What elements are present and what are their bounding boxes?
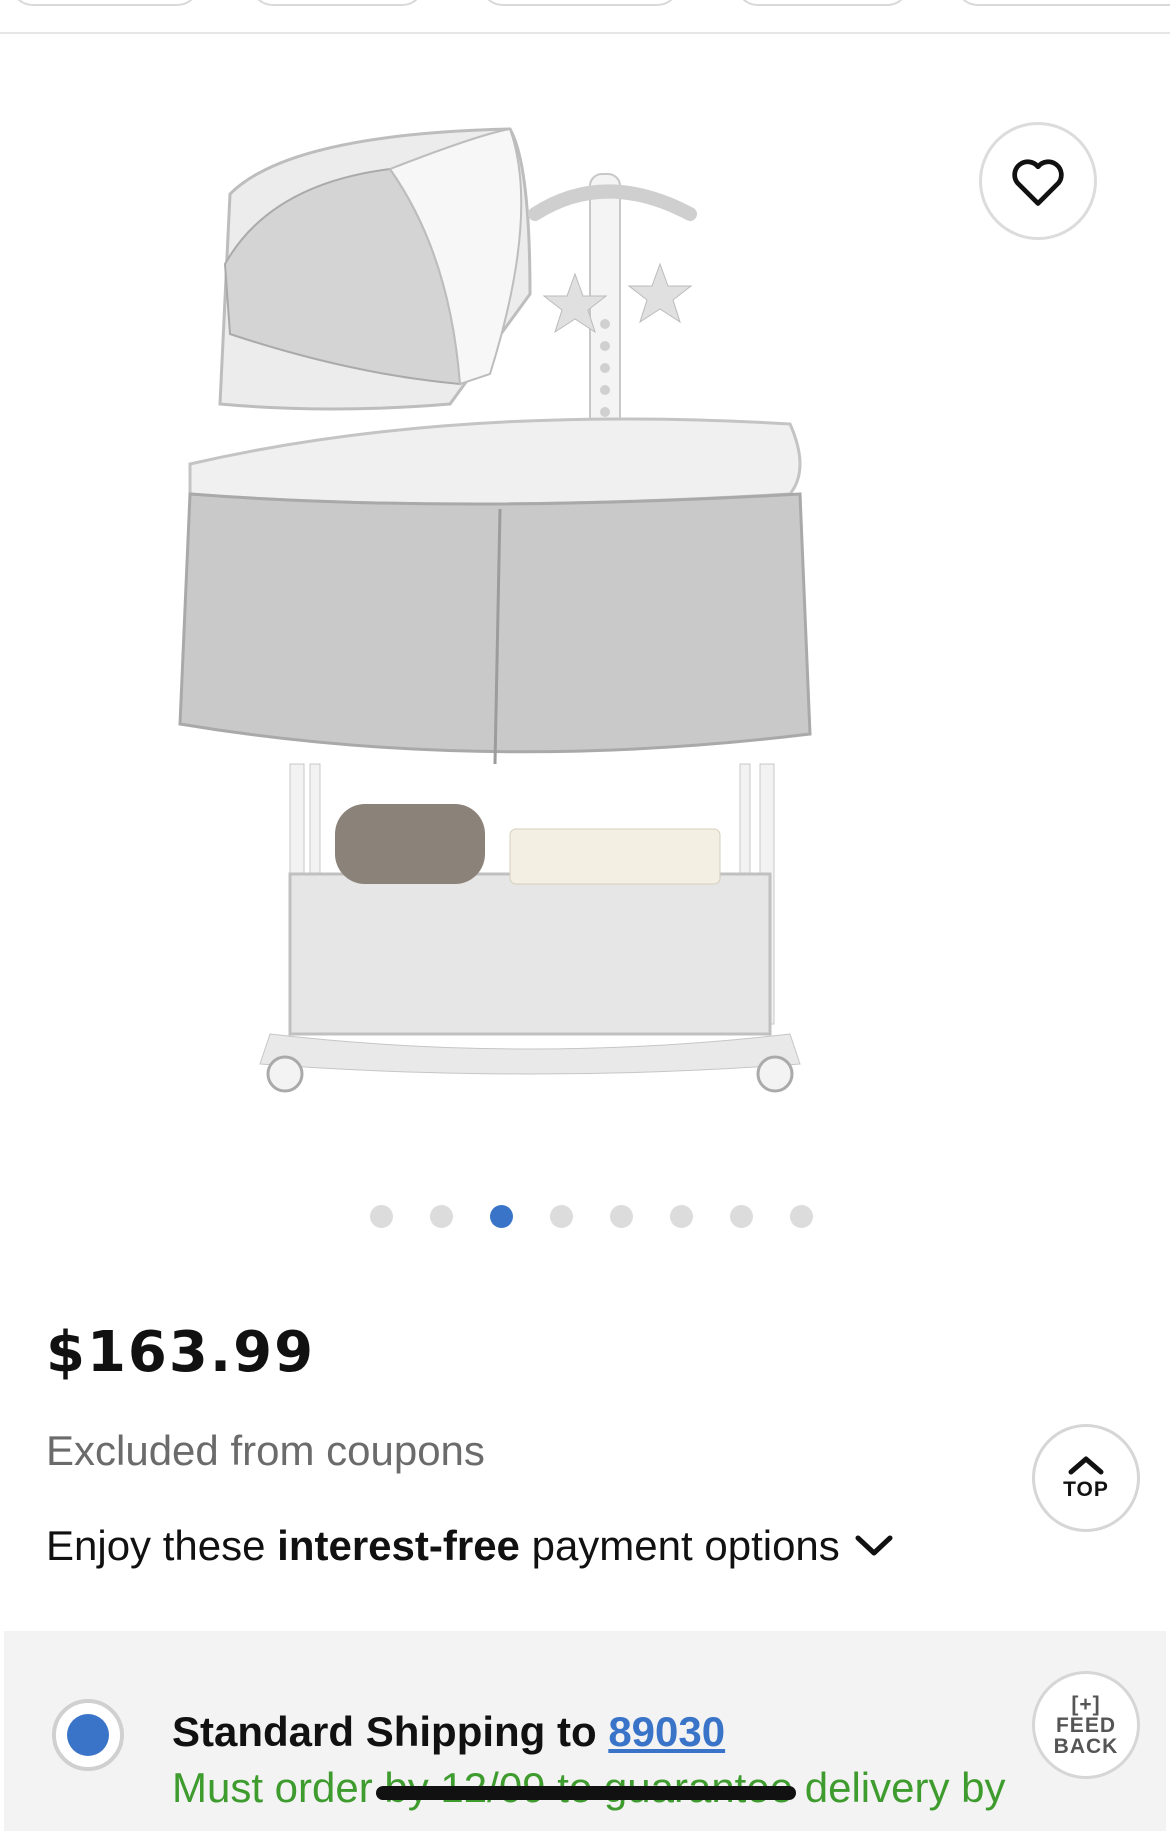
feedback-label-line2: BACK [1053, 1734, 1119, 1758]
shipping-zip-link[interactable]: 89030 [608, 1708, 725, 1755]
scroll-to-top-button[interactable]: TOP [1032, 1424, 1140, 1532]
scroll-to-top-label: TOP [1063, 1478, 1109, 1501]
product-price: $163.99 [46, 1320, 316, 1385]
payment-options-suffix: payment options [519, 1522, 840, 1569]
heart-icon [1012, 159, 1064, 206]
filter-chip[interactable] [735, 0, 910, 6]
carousel-dot[interactable] [369, 1205, 393, 1228]
shipping-option-card[interactable]: Standard Shipping to 89030 Must order by… [4, 1631, 1166, 1831]
shipping-title: Standard Shipping to 89030 [172, 1708, 725, 1756]
filter-chip[interactable] [250, 0, 425, 6]
carousel-dot[interactable] [549, 1205, 573, 1228]
payment-options-toggle[interactable]: Enjoy these interest-free payment option… [46, 1522, 894, 1570]
filter-chip[interactable] [10, 0, 200, 6]
carousel-dot[interactable] [729, 1205, 753, 1228]
shipping-radio[interactable] [52, 1699, 124, 1771]
feedback-plus: [+] [1071, 1692, 1101, 1716]
carousel-dot[interactable] [609, 1205, 633, 1228]
shipping-radio-selected [67, 1714, 109, 1756]
feedback-label-line1: FEED [1055, 1713, 1116, 1737]
coupon-exclusion-note: Excluded from coupons [46, 1427, 485, 1474]
filter-chip[interactable] [955, 0, 1170, 6]
carousel-dot-active[interactable] [489, 1205, 513, 1228]
shipping-title-text: Standard Shipping to [172, 1708, 597, 1755]
payment-options-bold: interest-free [277, 1522, 520, 1569]
carousel-indicator [0, 1205, 1170, 1228]
product-image-gallery[interactable] [0, 34, 1170, 1204]
favorite-button[interactable] [979, 122, 1097, 240]
chevron-up-icon [1068, 1456, 1104, 1475]
chevron-down-icon [854, 1534, 894, 1558]
payment-options-prefix: Enjoy these [46, 1522, 278, 1569]
carousel-dot[interactable] [789, 1205, 813, 1228]
filter-chip[interactable] [480, 0, 680, 6]
carousel-dot[interactable] [669, 1205, 693, 1228]
feedback-button[interactable]: [+] FEED BACK [1032, 1671, 1140, 1779]
carousel-dot[interactable] [429, 1205, 453, 1228]
product-image [178, 127, 812, 1093]
filter-chip-row [0, 0, 1170, 34]
home-indicator[interactable] [376, 1786, 796, 1800]
